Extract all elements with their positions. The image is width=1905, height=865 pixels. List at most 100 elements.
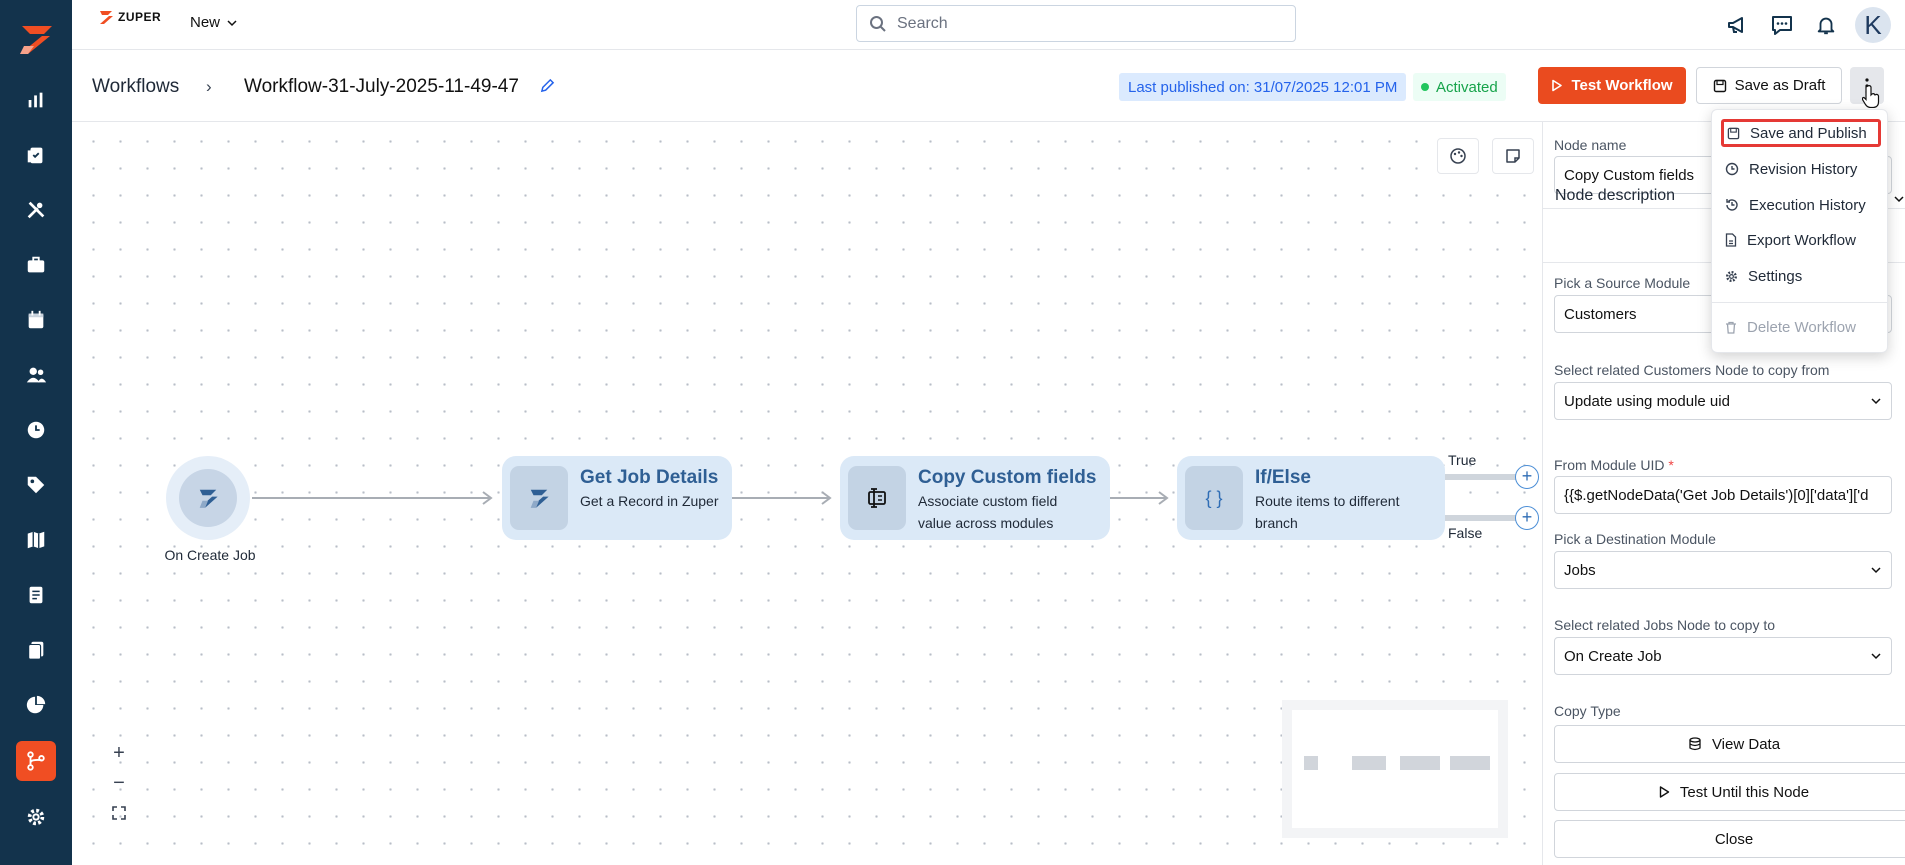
notification-bell-icon[interactable]	[1811, 10, 1841, 40]
minimap-node	[1450, 756, 1490, 770]
dest-module-label: Pick a Destination Module	[1554, 531, 1716, 547]
rail-invoice-icon[interactable]	[16, 575, 56, 615]
brand-logo[interactable]: ZUPER	[98, 9, 161, 25]
zuper-logo-icon[interactable]	[14, 20, 58, 60]
rail-briefcase-icon[interactable]	[16, 245, 56, 285]
rail-customers-icon[interactable]	[16, 355, 56, 395]
node-name-value: Copy Custom fields	[1564, 166, 1695, 184]
test-workflow-button[interactable]: Test Workflow	[1538, 67, 1686, 104]
rail-map-icon[interactable]	[16, 520, 56, 560]
branch-true-line	[1445, 474, 1517, 480]
menu-item-label: Execution History	[1749, 196, 1866, 214]
workflow-canvas[interactable]: On Create Job Get Job Details Get a Reco…	[72, 122, 1542, 865]
branch-false-label: False	[1448, 525, 1483, 541]
node-get-job-details[interactable]: Get Job Details Get a Record in Zuper	[502, 456, 732, 540]
rail-tools-icon[interactable]	[16, 190, 56, 230]
fit-view-icon[interactable]	[104, 798, 134, 828]
rail-tag-icon[interactable]	[16, 465, 56, 505]
database-icon	[1689, 737, 1701, 751]
edit-pencil-icon[interactable]	[540, 78, 555, 98]
file-export-icon	[1725, 233, 1737, 247]
edge-line	[252, 497, 490, 499]
breadcrumb-separator: ›	[206, 77, 212, 96]
zuper-mark-icon	[199, 489, 218, 508]
menu-item-label: Settings	[1748, 267, 1803, 285]
menu-save-and-publish[interactable]: Save and Publish	[1721, 119, 1881, 147]
chevron-down-icon	[227, 19, 237, 26]
menu-execution-history[interactable]: Execution History	[1720, 190, 1866, 220]
minimap-node	[1304, 756, 1318, 770]
chat-icon[interactable]	[1767, 10, 1797, 40]
node-subtitle: Get a Record in Zuper	[580, 493, 719, 509]
status-label: Activated	[1436, 78, 1498, 96]
rail-calendar-icon[interactable]	[16, 300, 56, 340]
trigger-node[interactable]	[166, 456, 250, 540]
status-dot-icon	[1421, 83, 1429, 91]
chevron-down-icon	[1871, 567, 1881, 574]
breadcrumb-workflows[interactable]: Workflows	[92, 76, 179, 98]
node-name-label: Node name	[1554, 137, 1627, 153]
menu-item-label: Export Workflow	[1747, 231, 1856, 249]
sticky-note-icon	[1506, 149, 1520, 163]
save-draft-button[interactable]: Save as Draft	[1696, 67, 1842, 104]
left-nav-rail	[0, 0, 72, 865]
view-data-label: View Data	[1711, 735, 1781, 753]
related-source-select[interactable]: Update using module uid	[1554, 382, 1892, 420]
branch-true-label: True	[1448, 452, 1477, 468]
new-menu-button[interactable]: New	[190, 14, 238, 31]
zoom-in-button[interactable]: +	[104, 738, 134, 768]
canvas-palette-button[interactable]	[1437, 138, 1479, 174]
related-dest-select[interactable]: On Create Job	[1554, 637, 1892, 675]
hand-cursor-icon	[1862, 85, 1880, 108]
close-panel-button[interactable]: Close	[1554, 820, 1905, 858]
rail-settings-icon[interactable]	[16, 797, 56, 837]
rail-reports-icon[interactable]	[16, 685, 56, 725]
menu-export-workflow[interactable]: Export Workflow	[1720, 225, 1856, 255]
edge-arrow-icon	[482, 491, 493, 505]
save-icon	[1727, 127, 1740, 139]
test-until-node-button[interactable]: Test Until this Node	[1554, 773, 1905, 811]
view-data-button[interactable]: View Data	[1554, 725, 1905, 763]
add-false-branch-icon[interactable]: +	[1515, 506, 1539, 530]
last-published-badge: Last published on: 31/07/2025 12:01 PM	[1119, 73, 1407, 101]
minimap[interactable]	[1282, 700, 1508, 838]
more-options-menu: Save and Publish Revision History Execut…	[1711, 109, 1888, 353]
rail-dashboard-icon[interactable]	[16, 80, 56, 120]
menu-settings[interactable]: Settings	[1720, 261, 1802, 291]
related-dest-label: Select related Jobs Node to copy to	[1554, 617, 1776, 633]
edge-line	[732, 497, 830, 499]
node-subtitle-line2: value across modules	[918, 515, 1054, 531]
rail-documents-icon[interactable]	[16, 630, 56, 670]
play-icon	[1659, 786, 1670, 798]
announcement-icon[interactable]	[1723, 10, 1753, 40]
from-uid-value: {{$.getNodeData('Get Job Details')[0]['d…	[1564, 486, 1869, 504]
user-avatar[interactable]: K	[1855, 7, 1891, 43]
from-uid-label: From Module UID *	[1554, 457, 1674, 473]
clock-icon	[1725, 162, 1739, 176]
dest-module-select[interactable]: Jobs	[1554, 551, 1892, 589]
from-uid-input[interactable]: {{$.getNodeData('Get Job Details')[0]['d…	[1554, 476, 1892, 514]
menu-revision-history[interactable]: Revision History	[1720, 154, 1857, 184]
desc-text[interactable]: Node description	[1555, 187, 1675, 205]
rail-jobs-icon[interactable]	[16, 135, 56, 175]
node-subtitle: Associate custom field	[918, 493, 1058, 509]
add-true-branch-icon[interactable]: +	[1515, 465, 1539, 489]
test-until-node-label: Test Until this Node	[1679, 783, 1810, 801]
search-input[interactable]	[897, 14, 1277, 33]
workflow-title: Workflow-31-July-2025-11-49-47	[244, 76, 519, 97]
zoom-controls: + −	[104, 738, 134, 828]
edge-arrow-icon	[1158, 491, 1169, 505]
trigger-label: On Create Job	[164, 547, 256, 563]
test-workflow-label: Test Workflow	[1571, 77, 1673, 94]
chevron-down-icon	[1871, 653, 1881, 660]
node-copy-custom-fields[interactable]: Copy Custom fields Associate custom fiel…	[840, 456, 1110, 540]
source-module-label: Pick a Source Module	[1554, 275, 1691, 291]
node-if-else[interactable]: { } If/Else Route items to different bra…	[1177, 456, 1445, 540]
menu-delete-workflow[interactable]: Delete Workflow	[1720, 312, 1856, 342]
rail-timesheet-icon[interactable]	[16, 410, 56, 450]
node-subtitle: Route items to different	[1255, 493, 1400, 509]
canvas-note-button[interactable]	[1492, 138, 1534, 174]
zoom-out-button[interactable]: −	[104, 768, 134, 798]
rail-workflows-icon[interactable]	[16, 741, 56, 781]
node-title: Copy Custom fields	[918, 467, 1097, 488]
